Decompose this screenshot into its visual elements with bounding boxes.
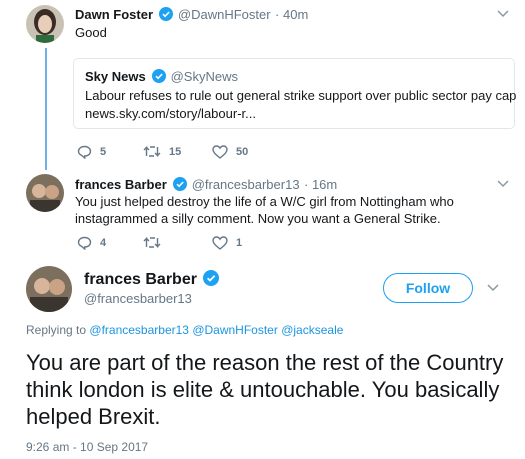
reply-button[interactable]: 5: [77, 145, 106, 159]
user-handle[interactable]: @francesbarber13: [192, 177, 300, 192]
avatar[interactable]: [26, 5, 64, 43]
like-button[interactable]: 50: [212, 145, 248, 159]
tweet-time[interactable]: · 40m: [275, 7, 308, 22]
reply-icon: [77, 236, 92, 250]
user-handle[interactable]: @francesbarber13: [84, 291, 192, 306]
user-handle[interactable]: @DawnHFoster: [178, 7, 271, 22]
retweet-count: 15: [169, 145, 182, 158]
verified-badge-icon: [203, 270, 220, 286]
verified-badge-icon: [173, 177, 188, 191]
tweet-time[interactable]: · 16m: [304, 177, 337, 192]
retweet-icon: [143, 145, 161, 158]
mention-link[interactable]: @jackseale: [281, 323, 343, 337]
avatar[interactable]: [26, 174, 64, 212]
replying-to-label: Replying to: [26, 323, 87, 337]
chevron-down-icon[interactable]: [497, 180, 509, 188]
tweet-text-line: You just helped destroy the life of a W/…: [75, 194, 454, 209]
heart-icon: [212, 236, 228, 250]
reply-count: 5: [100, 146, 107, 158]
tweet-text-line: instagrammed a silly comment. Now you wa…: [75, 211, 441, 226]
user-name[interactable]: frances Barber: [84, 271, 197, 288]
quoted-tweet-text: Labour refuses to rule out general strik…: [85, 88, 517, 103]
heart-icon: [212, 145, 228, 159]
replying-to: Replying to @francesbarber13 @DawnHFoste…: [26, 323, 343, 337]
user-name[interactable]: frances Barber: [75, 177, 167, 192]
like-count: 50: [236, 146, 249, 158]
tweet-actions: 5 15 50: [77, 145, 277, 161]
verified-badge-icon: [159, 7, 174, 21]
avatar[interactable]: [26, 266, 72, 312]
retweet-button[interactable]: 15: [143, 145, 181, 158]
quoted-tweet[interactable]: Sky News @SkyNews Labour refuses to rule…: [73, 58, 517, 129]
like-count: 1: [236, 237, 243, 249]
retweet-icon: [143, 236, 161, 249]
tweet-text: Good: [75, 25, 107, 40]
quoted-tweet-link[interactable]: news.sky.com/story/labour-r...: [85, 105, 516, 123]
mention-link[interactable]: @DawnHFoster: [192, 323, 278, 337]
quoted-user-name: Sky News: [85, 69, 146, 84]
user-name[interactable]: Dawn Foster: [75, 7, 153, 22]
chevron-down-icon[interactable]: [487, 284, 499, 292]
tweet-actions: 4 1: [77, 236, 277, 252]
tweet-text: You are part of the reason the rest of t…: [26, 350, 504, 429]
quoted-user-handle: @SkyNews: [170, 69, 238, 84]
reply-icon: [77, 145, 92, 159]
like-button[interactable]: 1: [212, 236, 242, 250]
tweet-timestamp[interactable]: 9:26 am - 10 Sep 2017: [26, 440, 148, 454]
reply-button[interactable]: 4: [77, 236, 106, 250]
tweet-text: You just helped destroy the life of a W/…: [75, 193, 454, 227]
retweet-button[interactable]: [143, 236, 169, 249]
reply-count: 4: [100, 237, 107, 249]
mention-link[interactable]: @francesbarber13: [89, 323, 189, 337]
chevron-down-icon[interactable]: [497, 10, 509, 18]
follow-button[interactable]: Follow: [383, 273, 473, 303]
thread-line: [45, 48, 47, 170]
verified-badge-icon: [152, 69, 167, 83]
